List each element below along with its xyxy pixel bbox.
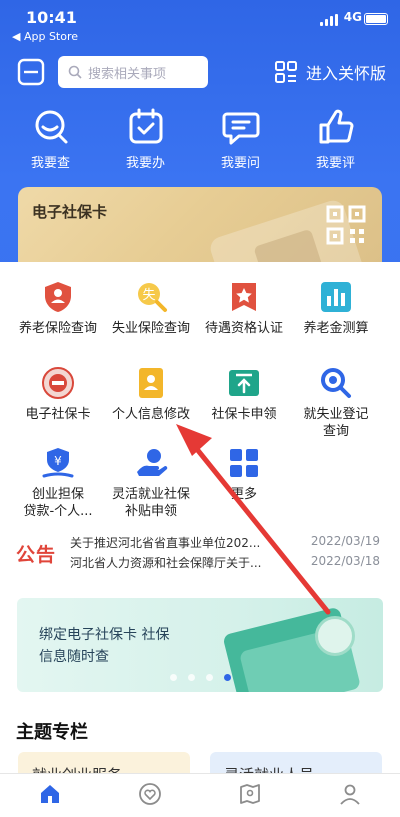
scan-icon[interactable]: [16, 57, 46, 87]
heart-icon: [139, 782, 161, 805]
quick-action-label: 我要办: [125, 156, 165, 171]
service-more[interactable]: 更多: [194, 446, 294, 503]
map-icon: [240, 783, 260, 804]
quick-action-label: 我要查: [30, 156, 70, 171]
care-mode-button[interactable]: 进入关怀版: [274, 60, 386, 84]
lose-search-icon: 失: [138, 283, 167, 312]
quick-action-ask[interactable]: 我要问: [193, 108, 288, 178]
service-e-social-card[interactable]: 电子社保卡: [8, 366, 108, 423]
hand-coin-icon: [137, 449, 168, 476]
notice-logo: 公告: [16, 544, 57, 566]
banner-text: 绑定电子社保卡 社保 信息随时查: [39, 627, 170, 665]
tab-map[interactable]: [220, 782, 280, 810]
quick-action-check[interactable]: 我要查: [3, 108, 98, 178]
service-employment-registration[interactable]: 就失业登记 查询: [286, 366, 386, 440]
notice-item[interactable]: 河北省人力资源和社会保障厅关于... 2022/03/18: [70, 554, 380, 572]
calendar-check-icon: [129, 108, 162, 144]
service-startup-loan[interactable]: ¥ 创业担保 贷款-个人...: [8, 446, 108, 520]
seal-emblem-icon: [42, 367, 74, 399]
svg-text:¥: ¥: [54, 454, 62, 468]
tab-favorites[interactable]: [120, 782, 180, 810]
service-benefit-certification[interactable]: 待遇资格认证: [194, 280, 294, 337]
battery-icon: [364, 13, 388, 25]
top-bar: 搜索相关事项 进入关怀版: [0, 54, 400, 90]
service-unemployment-query[interactable]: 失 失业保险查询: [101, 280, 201, 337]
service-personal-info-edit[interactable]: 个人信息修改: [101, 366, 201, 423]
shield-person-icon: [45, 282, 71, 312]
quick-action-rate[interactable]: 我要评: [288, 108, 383, 178]
thumbs-up-icon: [319, 109, 353, 144]
quick-action-handle[interactable]: 我要办: [98, 108, 193, 178]
service-flexible-subsidy[interactable]: 灵活就业社保 补贴申领: [101, 446, 201, 520]
banner-pagination: [170, 674, 240, 682]
search-placeholder: 搜索相关事项: [88, 66, 167, 82]
service-pension-query[interactable]: 养老保险查询: [8, 280, 108, 337]
status-bar: 10:41 ◀ App Store 4G: [0, 6, 400, 46]
person-icon: [340, 784, 360, 805]
quick-actions: 我要查 我要办 我要问 我要评: [0, 108, 400, 178]
back-to-app-store[interactable]: ◀ App Store: [12, 30, 78, 43]
service-pension-calc[interactable]: 养老金测算: [286, 280, 386, 337]
svg-text:失: 失: [142, 288, 155, 303]
tab-home[interactable]: [20, 782, 80, 810]
yen-hand-icon: ¥: [42, 448, 74, 478]
tab-profile[interactable]: [320, 782, 380, 810]
search-input[interactable]: 搜索相关事项: [58, 56, 208, 88]
status-time: 10:41: [26, 8, 77, 27]
notice-board: 公告 关于推迟河北省省直事业单位202... 2022/03/19 河北省人力资…: [14, 534, 390, 578]
service-card-apply[interactable]: 社保卡申领: [194, 366, 294, 423]
notice-item[interactable]: 关于推迟河北省省直事业单位202... 2022/03/19: [70, 534, 380, 552]
signal-icon: [320, 14, 338, 26]
bar-chart-icon: [321, 282, 351, 312]
bottom-tab-bar: [0, 773, 400, 817]
search-chat-icon: [35, 110, 67, 144]
content-panel: [0, 262, 400, 782]
section-title: 主题专栏: [16, 722, 88, 743]
upload-card-icon: [229, 370, 259, 396]
grid-more-icon: [230, 449, 258, 477]
quick-action-label: 我要问: [220, 156, 260, 171]
social-security-card[interactable]: 电子社保卡: [18, 187, 382, 267]
social-card-title: 电子社保卡: [32, 203, 108, 221]
magnifier-icon: [321, 368, 351, 398]
quick-action-label: 我要评: [315, 156, 355, 171]
star-badge-icon: [232, 283, 256, 311]
network-type: 4G: [343, 10, 362, 24]
id-card-icon: [139, 368, 163, 398]
search-icon: [68, 65, 82, 79]
home-icon: [41, 784, 59, 803]
chat-bubble-icon: [222, 112, 259, 145]
care-mode-icon: [274, 61, 297, 83]
care-mode-label: 进入关怀版: [305, 64, 386, 83]
qr-code-icon[interactable]: [326, 205, 366, 245]
